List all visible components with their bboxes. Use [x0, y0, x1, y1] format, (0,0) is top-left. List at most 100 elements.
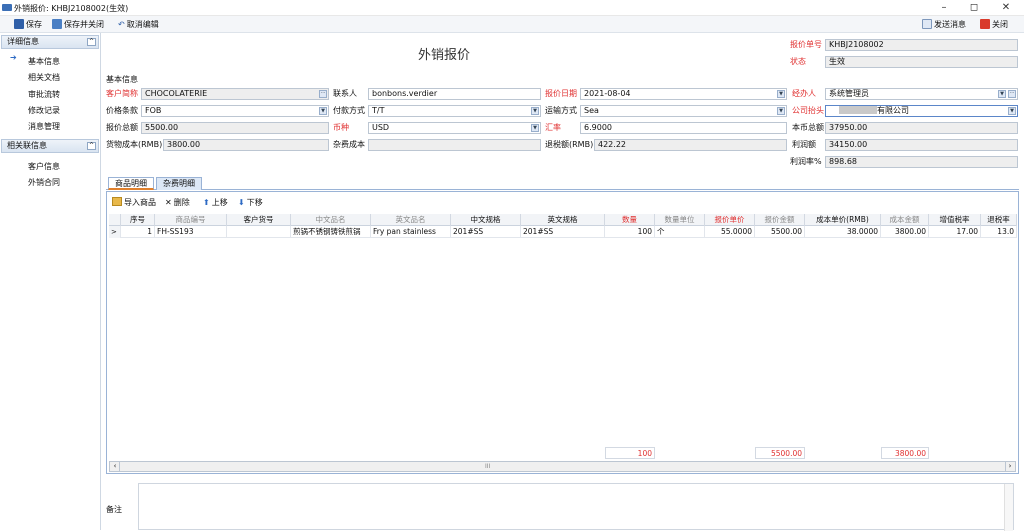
close-icon [980, 19, 990, 29]
rate-label: 汇率 [545, 123, 561, 132]
dropdown-icon[interactable]: ▼ [777, 107, 785, 115]
sidebar-item-customer-info[interactable]: 客户信息 [28, 161, 60, 172]
remark-textarea[interactable] [138, 483, 1014, 531]
column-header[interactable]: 退税率 [981, 214, 1017, 226]
cell-en-name[interactable]: Fry pan stainless [371, 226, 451, 238]
dropdown-icon[interactable]: ▼ [1008, 107, 1016, 115]
company-field[interactable]: 有限公司 ▼ [825, 105, 1018, 117]
dropdown-icon[interactable]: ▼ [319, 107, 327, 115]
tax-refund-field[interactable]: 422.22 [594, 139, 787, 151]
goods-cost-field[interactable]: 3800.00 [163, 139, 329, 151]
section-title: 基本信息 [106, 75, 138, 84]
rate-field[interactable]: 6.9000 [580, 122, 787, 134]
column-header[interactable]: 序号 [121, 214, 155, 226]
dropdown-icon[interactable]: ▼ [531, 107, 539, 115]
sidebar-related-header[interactable]: 相关联信息 ^ [1, 139, 99, 153]
cell-refund-rate[interactable]: 13.0 [981, 226, 1017, 238]
cell-vat-rate[interactable]: 17.00 [929, 226, 981, 238]
customer-field[interactable]: CHOCOLATERIE ··· [141, 88, 329, 100]
total-field[interactable]: 5500.00 [141, 122, 329, 134]
dropdown-icon[interactable]: ▼ [531, 124, 539, 132]
scroll-left-icon[interactable]: ‹ [111, 462, 120, 471]
column-header[interactable]: 数量单位 [655, 214, 705, 226]
handler-field[interactable]: 系统管理员 ▼ ··· [825, 88, 1018, 100]
maximize-button[interactable]: ◻ [962, 1, 986, 15]
cell-qty[interactable]: 100 [605, 226, 655, 238]
save-close-button[interactable]: 保存并关闭 [52, 18, 104, 31]
table-row[interactable]: > 1 FH-SS193 煎锅不锈钢铸铁煎锅 Fry pan stainless… [109, 226, 1017, 238]
minimize-button[interactable]: – [932, 1, 956, 15]
price-terms-label: 价格条款 [106, 106, 138, 115]
handler-label: 经办人 [792, 89, 816, 98]
local-total-field[interactable]: 37950.00 [825, 122, 1018, 134]
sidebar: 详细信息 ^ ➔ 基本信息 相关文档 审批流转 修改记录 消息管理 相关联信息 ^ … [0, 33, 101, 530]
sidebar-item-basic-info[interactable]: 基本信息 [28, 56, 60, 67]
tab-misc-detail[interactable]: 杂费明细 [156, 177, 202, 190]
status-field[interactable]: 生效 [825, 56, 1018, 68]
sidebar-item-change-log[interactable]: 修改记录 [28, 105, 60, 116]
column-header[interactable]: 英文品名 [371, 214, 451, 226]
ellipsis-icon[interactable]: ··· [319, 90, 327, 98]
profit-rate-field[interactable]: 898.68 [825, 156, 1018, 168]
currency-field[interactable]: USD ▼ [368, 122, 541, 134]
company-label: 公司抬头 [792, 106, 824, 115]
misc-cost-label: 杂费成本 [333, 140, 365, 149]
sidebar-item-approval[interactable]: 审批流转 [28, 89, 60, 100]
page-title: 外销报价 [418, 48, 471, 63]
sidebar-item-related-docs[interactable]: 相关文档 [28, 72, 60, 83]
import-goods-button[interactable]: 导入商品 [112, 197, 156, 209]
scroll-thumb-grip[interactable]: III [485, 462, 490, 471]
ellipsis-icon[interactable]: ··· [1008, 90, 1016, 98]
column-header[interactable]: 报价单价 [705, 214, 755, 226]
price-terms-field[interactable]: FOB ▼ [141, 105, 329, 117]
column-header[interactable]: 增值税率 [929, 214, 981, 226]
send-message-button[interactable]: 发送消息 [922, 18, 966, 31]
cancel-edit-button[interactable]: ↶ 取消编辑 [118, 18, 159, 31]
remark-scrollbar[interactable] [1004, 484, 1013, 531]
move-down-button[interactable]: ⬇ 下移 [238, 197, 263, 209]
quote-no-field[interactable]: KHBJ2108002 [825, 39, 1018, 51]
column-header[interactable]: 成本金额 [881, 214, 929, 226]
cell-seq[interactable]: 1 [121, 226, 155, 238]
sidebar-detail-header[interactable]: 详细信息 ^ [1, 35, 99, 49]
profit-field[interactable]: 34150.00 [825, 139, 1018, 151]
column-header[interactable]: 商品编号 [155, 214, 227, 226]
collapse-toggle[interactable]: ^ [87, 142, 96, 150]
column-header[interactable]: 中文规格 [451, 214, 521, 226]
cell-unit[interactable]: 个 [655, 226, 705, 238]
cell-amount[interactable]: 5500.00 [755, 226, 805, 238]
dropdown-icon[interactable]: ▼ [777, 90, 785, 98]
quote-date-label: 报价日期 [545, 89, 577, 98]
collapse-toggle[interactable]: ^ [87, 38, 96, 46]
tab-goods-detail[interactable]: 商品明细 [108, 177, 154, 190]
cell-cost-price[interactable]: 38.0000 [805, 226, 881, 238]
scroll-right-icon[interactable]: › [1005, 462, 1014, 471]
horizontal-scrollbar[interactable]: ‹ III › [109, 461, 1016, 472]
column-header[interactable]: 客户货号 [227, 214, 291, 226]
column-header[interactable]: 报价金额 [755, 214, 805, 226]
transport-field[interactable]: Sea ▼ [580, 105, 787, 117]
cell-cn-name[interactable]: 煎锅不锈钢铸铁煎锅 [291, 226, 371, 238]
column-header[interactable]: 中文品名 [291, 214, 371, 226]
column-header[interactable]: 成本单价(RMB) [805, 214, 881, 226]
cell-cn-spec[interactable]: 201#SS [451, 226, 521, 238]
sidebar-item-export-contract[interactable]: 外销合同 [28, 177, 60, 188]
dropdown-icon[interactable]: ▼ [998, 90, 1006, 98]
cell-cost-amount[interactable]: 3800.00 [881, 226, 929, 238]
misc-cost-field[interactable] [368, 139, 541, 151]
move-up-button[interactable]: ⬆ 上移 [203, 197, 228, 209]
column-header[interactable]: 数量 [605, 214, 655, 226]
cell-price[interactable]: 55.0000 [705, 226, 755, 238]
column-header[interactable]: 英文规格 [521, 214, 605, 226]
delete-button[interactable]: ✕ 删除 [165, 197, 190, 209]
quote-date-field[interactable]: 2021-08-04 ▼ [580, 88, 787, 100]
close-window-button[interactable]: ✕ [994, 1, 1018, 15]
cell-customer-no[interactable] [227, 226, 291, 238]
contact-field[interactable]: bonbons.verdier [368, 88, 541, 100]
cell-code[interactable]: FH-SS193 [155, 226, 227, 238]
cell-en-spec[interactable]: 201#SS [521, 226, 605, 238]
sidebar-item-messages[interactable]: 消息管理 [28, 121, 60, 132]
close-button[interactable]: 关闭 [980, 18, 1008, 31]
payment-field[interactable]: T/T ▼ [368, 105, 541, 117]
save-button[interactable]: 保存 [14, 18, 42, 31]
